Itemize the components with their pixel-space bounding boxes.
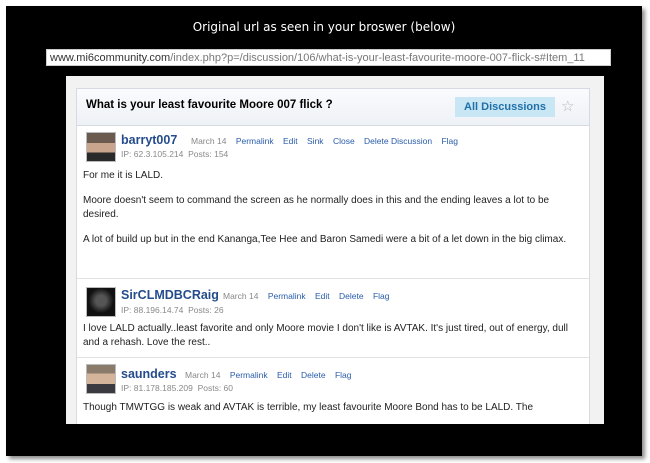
flag-link[interactable]: Flag <box>335 370 352 380</box>
comment-ip: IP: 81.178.185.209 <box>121 383 193 393</box>
comment-posts: Posts: 60 <box>197 383 234 393</box>
delete-discussion-link[interactable]: Delete Discussion <box>364 136 432 146</box>
delete-link[interactable]: Delete <box>301 370 326 380</box>
comment-body: Though TMWTGG is weak and AVTAK is terri… <box>83 401 581 424</box>
comment-ip: IP: 88.196.14.74 <box>121 305 184 315</box>
comment-ip-posts: IP: 62.3.105.214 Posts: 154 <box>121 149 228 159</box>
flag-link[interactable]: Flag <box>373 291 390 301</box>
comment-author[interactable]: SirCLMDBCRaig <box>121 288 219 302</box>
comment-meta: March 14 Permalink Edit Delete Flag <box>223 291 390 301</box>
url-path: /index.php?p=/discussion/106/what-is-you… <box>170 52 585 64</box>
comment-paragraph: Moore doesn't seem to command the screen… <box>83 195 550 220</box>
comment-paragraph: I love LALD actually..least favorite and… <box>83 323 568 348</box>
comment-meta: March 14 Permalink Edit Delete Flag <box>185 370 352 380</box>
url-domain: www.mi6community.com <box>50 52 171 64</box>
comment-author[interactable]: barryt007 <box>121 133 177 147</box>
permalink-link[interactable]: Permalink <box>236 136 274 146</box>
comment-posts: Posts: 26 <box>188 305 224 315</box>
all-discussions-button[interactable]: All Discussions <box>455 97 555 117</box>
comment-date: March 14 <box>223 291 259 301</box>
comment-posts: Posts: 154 <box>188 149 229 159</box>
comment-paragraph: For me it is LALD. <box>83 170 164 181</box>
comment-paragraph: Though TMWTGG is weak and AVTAK is terri… <box>83 402 534 413</box>
edit-link[interactable]: Edit <box>283 136 298 146</box>
comment-item: saunders March 14 Permalink Edit Delete … <box>77 358 589 424</box>
delete-link[interactable]: Delete <box>339 291 364 301</box>
comment-item: SirCLMDBCRaig March 14 Permalink Edit De… <box>77 279 589 358</box>
comment-date: March 14 <box>191 136 227 146</box>
comment-ip-posts: IP: 88.196.14.74 Posts: 26 <box>121 305 224 315</box>
comment-item: barryt007 March 14 Permalink Edit Sink C… <box>77 126 589 279</box>
comment-paragraph: A lot of build up but in the end Kananga… <box>83 234 567 245</box>
flag-link[interactable]: Flag <box>441 136 458 146</box>
edit-link[interactable]: Edit <box>277 370 292 380</box>
permalink-link[interactable]: Permalink <box>230 370 268 380</box>
comment-date: March 14 <box>185 370 221 380</box>
comment-body: I love LALD actually..least favorite and… <box>83 322 581 361</box>
comment-ip-posts: IP: 81.178.185.209 Posts: 60 <box>121 383 233 393</box>
black-frame: Original url as seen in your broswer (be… <box>6 6 642 456</box>
comment-body: For me it is LALD. Moore doesn't seem to… <box>83 169 581 258</box>
discussion-title: What is your least favourite Moore 007 f… <box>86 99 333 111</box>
avatar[interactable] <box>86 132 116 162</box>
forum-page: What is your least favourite Moore 007 f… <box>66 76 604 424</box>
edit-link[interactable]: Edit <box>315 291 330 301</box>
discussion-panel: What is your least favourite Moore 007 f… <box>76 88 590 424</box>
comment-meta: March 14 Permalink Edit Sink Close Delet… <box>191 136 458 146</box>
discussion-header: What is your least favourite Moore 007 f… <box>77 89 589 126</box>
caption-text: Original url as seen in your broswer (be… <box>192 20 456 34</box>
avatar[interactable] <box>86 364 116 394</box>
star-icon[interactable]: ☆ <box>561 97 574 115</box>
comment-ip: IP: 62.3.105.214 <box>121 149 184 159</box>
close-link[interactable]: Close <box>333 136 355 146</box>
avatar[interactable] <box>86 287 116 317</box>
permalink-link[interactable]: Permalink <box>268 291 306 301</box>
comment-author[interactable]: saunders <box>121 367 177 381</box>
sink-link[interactable]: Sink <box>307 136 324 146</box>
url-bar[interactable]: www.mi6community.com/index.php?p=/discus… <box>46 49 611 66</box>
